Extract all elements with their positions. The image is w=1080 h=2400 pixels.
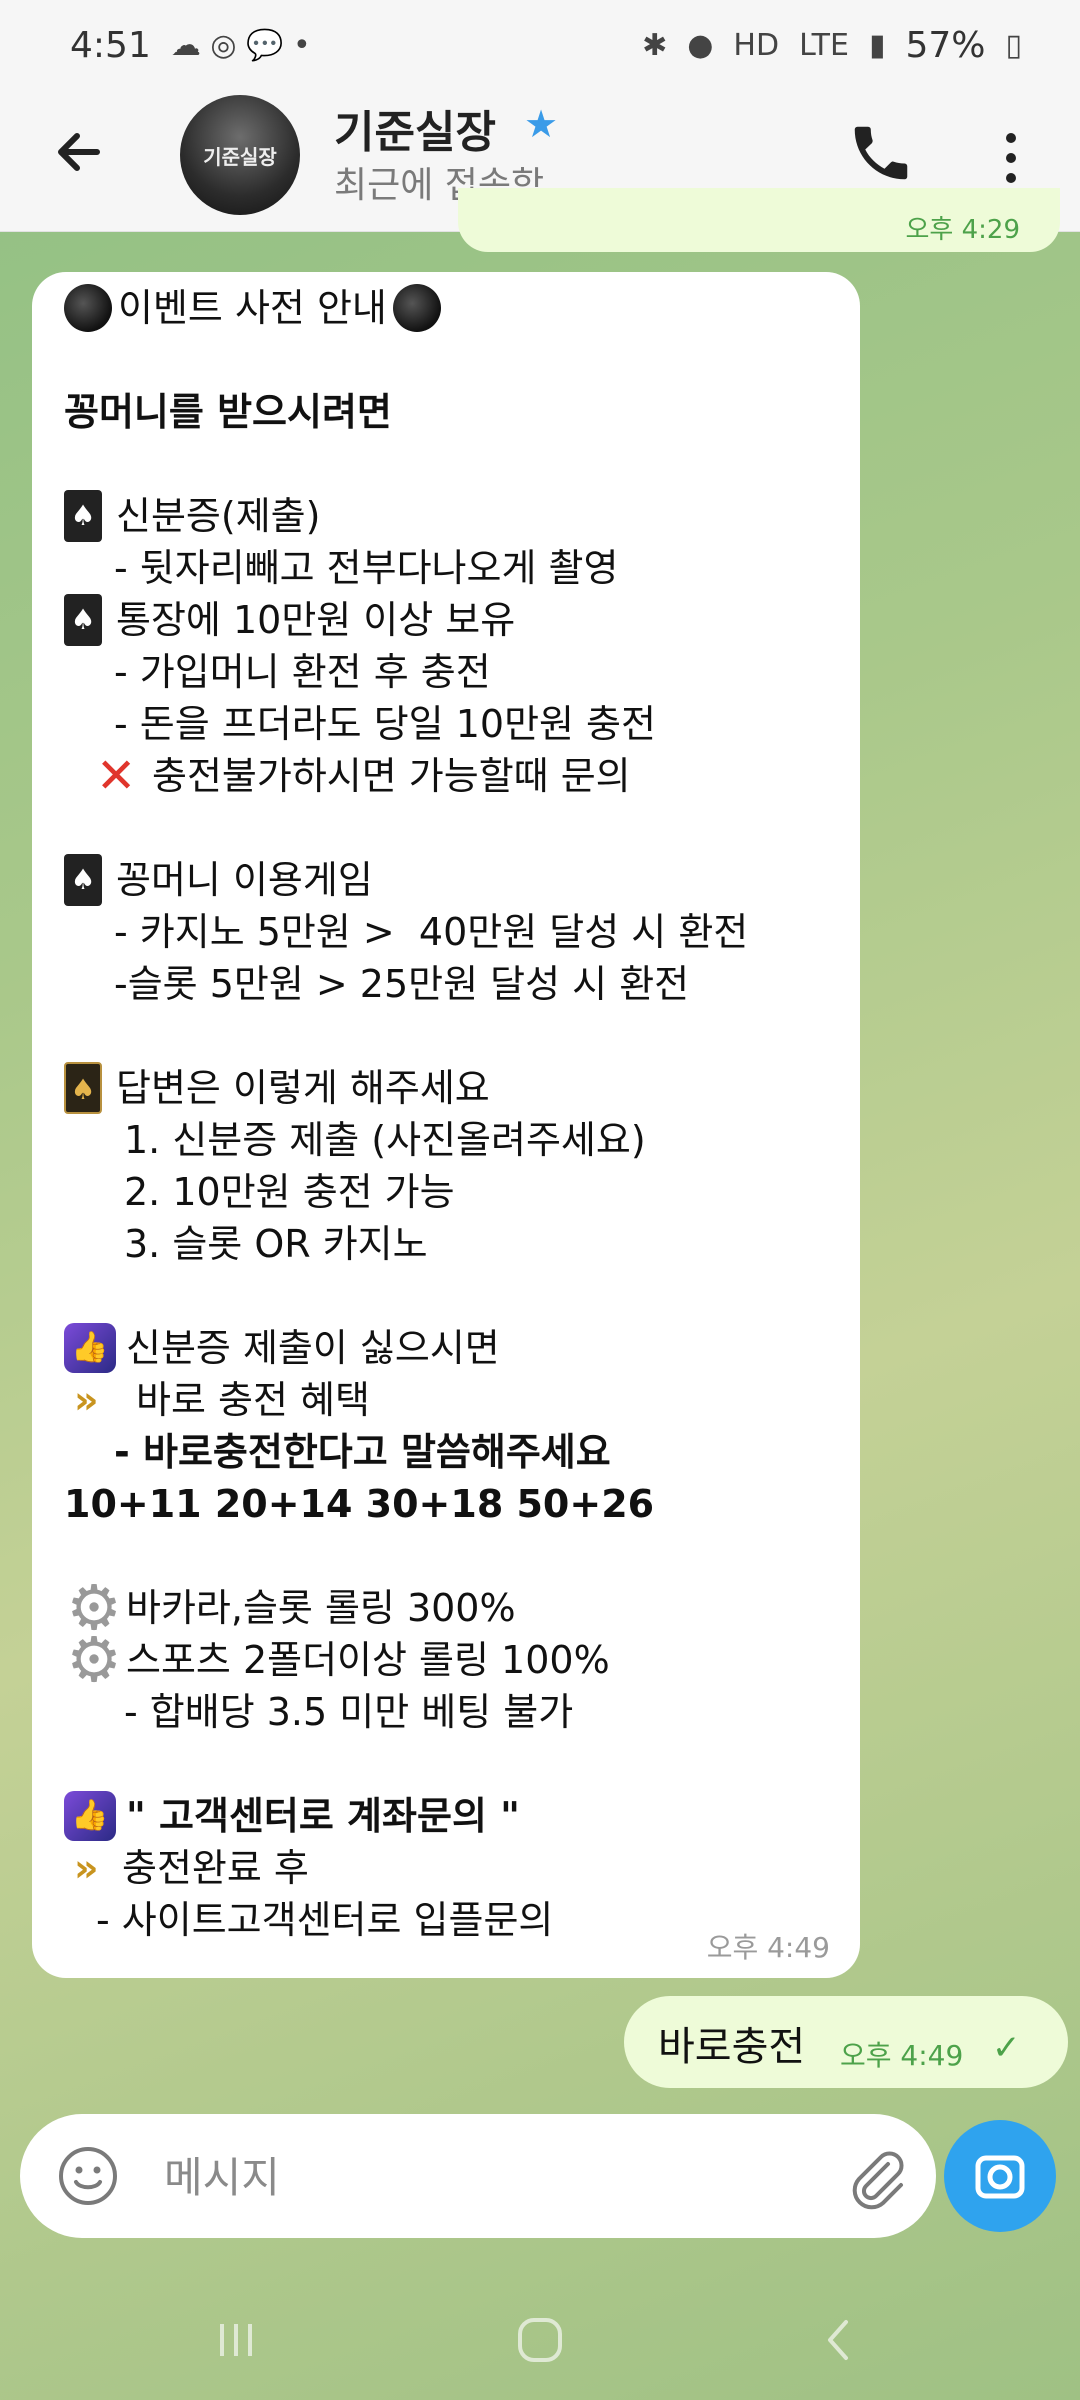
message-line: ♠ 신분증(제출): [64, 490, 830, 542]
message-line: 1. 신분증 제출 (사진올려주세요): [124, 1118, 646, 1162]
system-nav-bar: [0, 2270, 1080, 2400]
back-nav-icon[interactable]: [800, 2310, 880, 2370]
camera-button[interactable]: [944, 2120, 1056, 2232]
avatar[interactable]: 기준실장: [180, 95, 300, 215]
cross-mark-icon: ✕: [96, 748, 137, 804]
message-line: ♠ 꽁머니 이용게임: [64, 854, 830, 906]
lte-icon: LTE: [799, 27, 849, 63]
line-text: 충전불가하시면 가능할때 문의: [152, 754, 631, 798]
message-line: 👍 신분증 제출이 싫으시면: [64, 1322, 830, 1374]
recent-apps-icon[interactable]: [196, 2310, 276, 2370]
status-bar: 4:51 ☁ ◎ 💬 • ✱ ● HD LTE ▮ 57% ▯: [0, 0, 1080, 90]
location-icon: ●: [687, 27, 714, 63]
home-icon[interactable]: [500, 2310, 580, 2370]
line-text: 이벤트 사전 안내: [118, 286, 387, 330]
star-verified-icon: ★: [524, 102, 559, 146]
phone-icon[interactable]: [846, 118, 916, 188]
line-text: 통장에 10만원 이상 보유: [116, 598, 516, 642]
camera-icon: [975, 2155, 1025, 2199]
single-check-icon: ✓: [992, 2028, 1021, 2068]
avatar-text: 기준실장: [203, 144, 277, 169]
incoming-message-bubble[interactable]: 이벤트 사전 안내 꽁머니를 받으시려면 ♠ 신분증(제출) - 뒷자리빼고 전부…: [32, 272, 860, 1978]
message-line: ⚙ 바카라,슬롯 롤링 300%: [64, 1577, 830, 1639]
line-text: 꽁머니 이용게임: [116, 858, 373, 902]
line-text: 신분증 제출이 싫으시면: [126, 1326, 500, 1370]
more-vertical-icon[interactable]: [986, 128, 1036, 188]
message-line: ✕ 충전불가하시면 가능할때 문의: [64, 750, 830, 802]
gold-card-icon: ♠: [64, 1062, 102, 1114]
message-line: 👍 " 고객센터로 계좌문의 ": [64, 1790, 830, 1842]
moon-emoji-icon: [64, 284, 112, 332]
spade-card-icon: ♠: [64, 594, 102, 646]
spade-card-icon: ♠: [64, 854, 102, 906]
message-line: 2. 10만원 충전 가능: [124, 1170, 455, 1214]
message-line: -슬롯 5만원 > 25만원 달성 시 환전: [114, 962, 690, 1006]
thumbs-up-icon: 👍: [64, 1323, 116, 1373]
status-right: ✱ ● HD LTE ▮ 57% ▯: [642, 25, 1022, 66]
double-chevron-icon: »: [74, 1846, 99, 1890]
message-line: » 바로 충전 혜택: [64, 1374, 830, 1426]
message-time: 오후 4:29: [905, 215, 1021, 245]
battery-level: 57%: [905, 24, 986, 66]
line-text: " 고객센터로 계좌문의 ": [126, 1794, 520, 1838]
bluetooth-icon: ✱: [642, 27, 668, 63]
thumbs-up-icon: 👍: [64, 1791, 116, 1841]
message-input-bar: [20, 2114, 936, 2238]
line-text: 바카라,슬롯 롤링 300%: [126, 1586, 516, 1630]
message-line: ♠ 답변은 이렇게 해주세요: [64, 1062, 830, 1114]
message-line: - 돈을 프더라도 당일 10만원 충전: [114, 702, 656, 746]
back-arrow-icon[interactable]: [44, 122, 114, 192]
message-line: 꽁머니를 받으시려면: [64, 390, 392, 434]
line-text: 충전완료 후: [122, 1846, 309, 1890]
spade-card-icon: ♠: [64, 490, 102, 542]
hd-voice-icon: HD: [733, 27, 780, 63]
message-line: » 충전완료 후: [64, 1842, 830, 1894]
message-time: 오후 4:49: [840, 2039, 964, 2072]
message-input[interactable]: [162, 2144, 806, 2210]
emoji-icon[interactable]: [56, 2144, 120, 2208]
status-left: 4:51 ☁ ◎ 💬 •: [70, 25, 311, 66]
paperclip-icon[interactable]: [844, 2144, 910, 2210]
message-line: - 합배당 3.5 미만 베팅 불가: [124, 1690, 574, 1734]
chat-title[interactable]: 기준실장: [334, 96, 496, 160]
message-line: - 뒷자리빼고 전부다나오게 촬영: [114, 546, 619, 590]
message-line: 이벤트 사전 안내: [64, 282, 830, 334]
message-line: - 가입머니 환전 후 충전: [114, 650, 491, 694]
message-line: ♠ 통장에 10만원 이상 보유: [64, 594, 830, 646]
gear-icon: ⚙: [66, 1623, 122, 1696]
message-line: 10+11 20+14 30+18 50+26: [64, 1482, 655, 1526]
message-line: 3. 슬롯 OR 카지노: [124, 1222, 428, 1266]
line-text: 답변은 이렇게 해주세요: [116, 1066, 490, 1110]
message-line: - 카지노 5만원 > 40만원 달성 시 환전: [114, 910, 749, 954]
message-line: ⚙ 스포츠 2폴더이상 롤링 100%: [64, 1623, 830, 1696]
double-chevron-icon: »: [74, 1378, 99, 1422]
status-time: 4:51: [70, 24, 151, 66]
line-text: 스포츠 2폴더이상 롤링 100%: [126, 1638, 610, 1682]
message-text: 바로충전: [658, 2024, 806, 2070]
message-line: - 바로충전한다고 말씀해주세요: [114, 1430, 611, 1474]
battery-icon: ▯: [1005, 27, 1022, 63]
outgoing-message-bubble[interactable]: 바로충전 오후 4:49 ✓: [624, 1996, 1068, 2088]
message-time: 오후 4:49: [706, 1931, 830, 1964]
notification-icons: ☁ ◎ 💬 •: [170, 27, 311, 63]
moon-emoji-icon: [392, 284, 441, 332]
line-text: 신분증(제출): [116, 494, 321, 538]
line-text: 바로 충전 혜택: [136, 1378, 370, 1422]
signal-icon: ▮: [868, 27, 886, 63]
previous-message-bubble[interactable]: 오후 4:29: [458, 188, 1060, 252]
